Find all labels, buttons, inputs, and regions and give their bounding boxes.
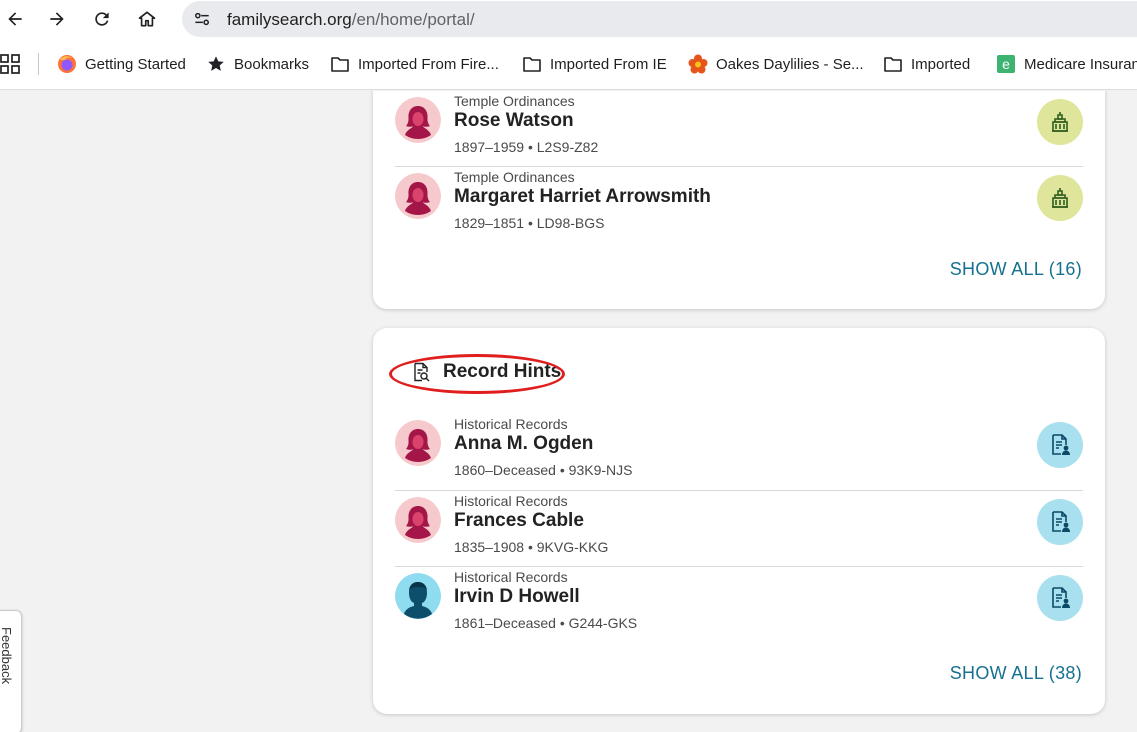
url-domain: familysearch.org: [227, 10, 352, 29]
bookmark-label: Medicare Insuran: [1024, 55, 1137, 73]
firefox-icon: [57, 54, 77, 74]
record-search-icon: [414, 362, 430, 382]
star-icon: [206, 54, 226, 74]
bookmark-oakes-daylilies[interactable]: Oakes Daylilies - Se...: [688, 53, 864, 75]
temple-ordinances-card: Temple Ordinances Rose Watson 1897–1959 …: [373, 91, 1105, 309]
bookmark-label: Imported From Fire...: [358, 55, 499, 73]
person-dates-id: 1829–1851 • LD98-BGS: [454, 215, 605, 231]
list-item[interactable]: Historical Records Anna M. Ogden 1860–De…: [395, 414, 1083, 490]
temple-button[interactable]: [1037, 99, 1083, 145]
home-icon: [138, 11, 156, 27]
list-item[interactable]: Historical Records Frances Cable 1835–19…: [395, 490, 1083, 566]
temple-icon: [1052, 112, 1068, 132]
feedback-tab[interactable]: Feedback: [0, 610, 22, 732]
record-hint-button[interactable]: [1037, 422, 1083, 468]
home-button[interactable]: [132, 4, 162, 34]
card-title: Record Hints: [411, 361, 561, 383]
list-item[interactable]: Historical Records Irvin D Howell 1861–D…: [395, 566, 1083, 642]
page-content: Temple Ordinances Rose Watson 1897–1959 …: [0, 91, 1137, 732]
folder-icon: [330, 54, 350, 74]
arrow-left-icon: [8, 12, 22, 26]
list-item[interactable]: Temple Ordinances Margaret Harriet Arrow…: [395, 166, 1083, 242]
show-all-temple-link[interactable]: SHOW ALL (16): [950, 259, 1082, 280]
reload-icon: [95, 12, 109, 26]
bookmark-medicare-insurance[interactable]: e Medicare Insuran: [996, 53, 1137, 75]
bookmarks-bar: Getting Started Bookmarks Imported From …: [0, 38, 1137, 90]
bookmark-label: Imported: [911, 55, 971, 73]
person-dates-id: 1835–1908 • 9KVG-KKG: [454, 539, 609, 555]
url-path: /en/home/portal/: [351, 10, 475, 29]
reload-button[interactable]: [87, 4, 117, 34]
bookmarks-separator: [38, 53, 39, 75]
female-avatar-icon: [395, 97, 441, 143]
record-person-icon: [1052, 434, 1070, 455]
female-avatar-icon: [395, 420, 441, 466]
record-hint-button[interactable]: [1037, 575, 1083, 621]
ordinance-type: Temple Ordinances: [454, 169, 575, 185]
svg-text:e: e: [1002, 56, 1010, 72]
address-bar[interactable]: familysearch.org/en/home/portal/: [182, 1, 1137, 37]
list-item[interactable]: Temple Ordinances Rose Watson 1897–1959 …: [395, 91, 1083, 167]
apps-grid-icon[interactable]: [0, 54, 20, 74]
back-button[interactable]: [0, 4, 30, 34]
bookmark-label: Bookmarks: [234, 55, 310, 73]
bookmark-imported-from-firefox[interactable]: Imported From Fire...: [330, 53, 499, 75]
record-person-icon: [1052, 511, 1070, 532]
browser-toolbar: familysearch.org/en/home/portal/: [0, 0, 1137, 38]
person-dates-id: 1860–Deceased • 93K9-NJS: [454, 462, 633, 478]
record-hints-title: Record Hints: [443, 361, 562, 382]
url-text: familysearch.org/en/home/portal/: [227, 10, 475, 30]
folder-icon: [522, 54, 542, 74]
record-type: Historical Records: [454, 569, 568, 585]
flower-icon: [688, 54, 708, 74]
ordinance-type: Temple Ordinances: [454, 93, 575, 109]
record-type: Historical Records: [454, 416, 568, 432]
forward-button[interactable]: [42, 4, 72, 34]
person-dates-id: 1861–Deceased • G244-GKS: [454, 615, 638, 631]
bookmark-label: Getting Started: [85, 55, 186, 73]
female-avatar-icon: [395, 497, 441, 543]
site-settings-icon[interactable]: [190, 7, 214, 31]
temple-icon: [1052, 188, 1068, 208]
feedback-label: Feedback: [0, 627, 14, 685]
person-name[interactable]: Irvin D Howell: [454, 586, 580, 608]
record-type: Historical Records: [454, 493, 568, 509]
medicare-e-icon: e: [996, 54, 1016, 74]
record-hint-button[interactable]: [1037, 499, 1083, 545]
person-dates-id: 1897–1959 • L2S9-Z82: [454, 139, 599, 155]
female-avatar-icon: [395, 173, 441, 219]
bookmark-imported[interactable]: Imported: [883, 53, 970, 75]
person-name[interactable]: Anna M. Ogden: [454, 433, 593, 455]
show-all-hints-link[interactable]: SHOW ALL (38): [950, 663, 1082, 684]
bookmark-label: Imported From IE: [550, 55, 667, 73]
person-name[interactable]: Margaret Harriet Arrowsmith: [454, 186, 711, 208]
bookmark-imported-from-ie[interactable]: Imported From IE: [522, 53, 667, 75]
bookmark-bookmarks[interactable]: Bookmarks: [206, 53, 309, 75]
bookmark-label: Oakes Daylilies - Se...: [716, 55, 864, 73]
record-person-icon: [1052, 587, 1070, 608]
person-name[interactable]: Frances Cable: [454, 510, 584, 532]
folder-icon: [883, 54, 903, 74]
person-name[interactable]: Rose Watson: [454, 110, 574, 132]
record-hints-card: Record Hints Historical Records Anna M. …: [373, 328, 1105, 714]
bookmark-getting-started[interactable]: Getting Started: [57, 53, 186, 75]
temple-button[interactable]: [1037, 175, 1083, 221]
male-avatar-icon: [395, 573, 441, 619]
arrow-right-icon: [50, 12, 64, 26]
